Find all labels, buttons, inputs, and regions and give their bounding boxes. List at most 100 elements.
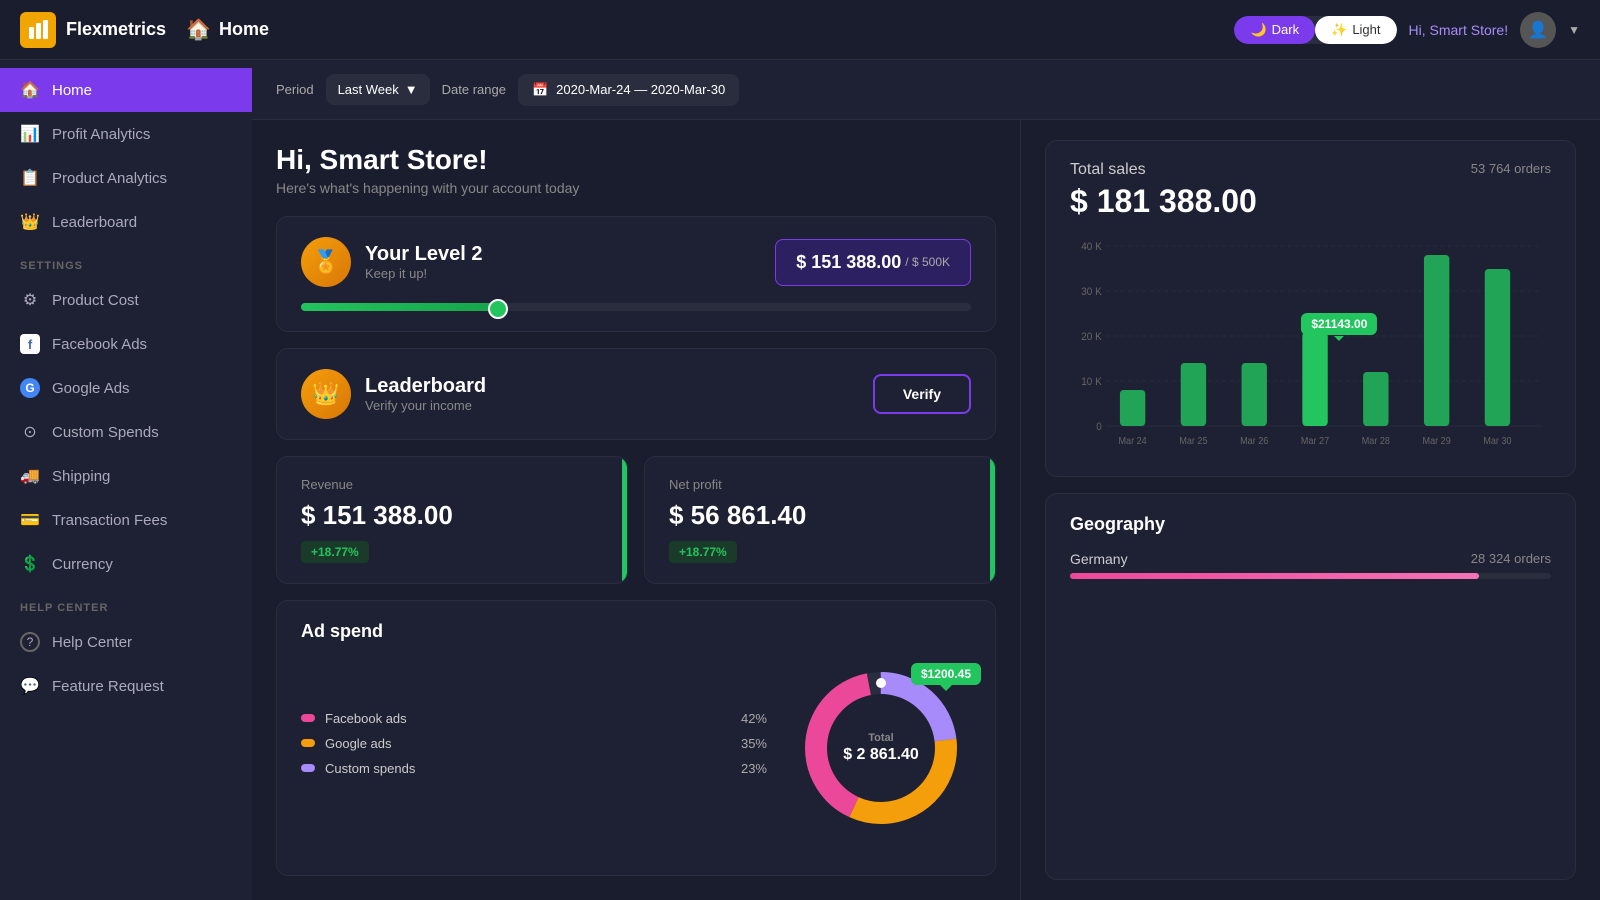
facebook-icon: f [20, 334, 40, 354]
home-icon: 🏠 [20, 80, 40, 100]
total-sales-card: Total sales 53 764 orders $ 181 388.00 $… [1045, 140, 1576, 477]
chart-icon: 📊 [20, 124, 40, 144]
calendar-icon: 📅 [532, 82, 548, 98]
svg-text:Mar 25: Mar 25 [1179, 436, 1207, 448]
level-title: Your Level 2 [365, 243, 482, 266]
lb-subtitle: Verify your income [365, 398, 486, 413]
sidebar-item-product-analytics[interactable]: 📋 Product Analytics [0, 156, 252, 200]
moon-icon: 🌙 [1250, 22, 1266, 38]
greeting-section: Hi, Smart Store! Here's what's happening… [276, 144, 996, 196]
user-avatar[interactable]: 👤 [1520, 12, 1556, 48]
logo-text: Flexmetrics [66, 19, 166, 40]
legend-facebook: Facebook ads 42% [301, 711, 767, 726]
ad-spend-title: Ad spend [301, 621, 971, 642]
help-icon: ? [20, 632, 40, 652]
sidebar-item-leaderboard[interactable]: 👑 Leaderboard [0, 200, 252, 244]
sidebar-item-shipping[interactable]: 🚚 Shipping [0, 454, 252, 498]
logo-area: Flexmetrics [20, 12, 166, 48]
sidebar-item-feature-request[interactable]: 💬 Feature Request [0, 664, 252, 708]
period-label: Period [276, 82, 314, 97]
crown-icon: 👑 [20, 212, 40, 232]
geography-title: Geography [1070, 514, 1551, 535]
header-right: 🌙 Dark ✨ Light Hi, Smart Store! 👤 ▼ [1234, 12, 1580, 48]
ad-spend-legend: Facebook ads 42% Google ads 35% Custom s… [301, 711, 767, 786]
donut-tooltip: $1200.45 [911, 663, 981, 685]
level-left: 🏅 Your Level 2 Keep it up! [301, 237, 482, 287]
custom-spends-icon: ⊙ [20, 422, 40, 442]
svg-text:0: 0 [1096, 421, 1102, 434]
level-info: Your Level 2 Keep it up! [365, 243, 482, 281]
revenue-label: Revenue [301, 477, 603, 492]
chevron-down-icon: ▼ [1568, 23, 1580, 37]
total-sales-orders: 53 764 orders [1471, 161, 1551, 176]
sidebar-item-google-ads[interactable]: G Google Ads [0, 366, 252, 410]
theme-toggle: 🌙 Dark ✨ Light [1234, 16, 1396, 44]
sidebar-item-profit-analytics[interactable]: 📊 Profit Analytics [0, 112, 252, 156]
svg-text:Mar 24: Mar 24 [1119, 436, 1148, 448]
ad-spend-content: Facebook ads 42% Google ads 35% Custom s… [301, 658, 971, 838]
sidebar: 🏠 Home 📊 Profit Analytics 📋 Product Anal… [0, 60, 252, 900]
right-panel: Total sales 53 764 orders $ 181 388.00 $… [1020, 120, 1600, 900]
total-sales-title: Total sales [1070, 161, 1146, 179]
verify-button[interactable]: Verify [873, 374, 971, 414]
logo-icon [20, 12, 56, 48]
main-top-bar-right: Period Last Week ▼ Date range 📅 2020-Mar… [276, 74, 739, 106]
shipping-icon: 🚚 [20, 466, 40, 486]
chart-tooltip: $21143.00 [1301, 313, 1377, 335]
svg-text:20 K: 20 K [1081, 331, 1102, 344]
greeting-title: Hi, Smart Store! [276, 144, 996, 176]
svg-text:40 K: 40 K [1081, 241, 1102, 254]
level-card: 🏅 Your Level 2 Keep it up! $ 151 388.00 … [276, 216, 996, 332]
svg-text:30 K: 30 K [1081, 286, 1102, 299]
bar-chart: $21143.00 40 K 30 K 20 K [1070, 236, 1551, 456]
geo-bar-germany-fill [1070, 573, 1479, 579]
custom-legend-dot [301, 764, 315, 772]
sidebar-item-home[interactable]: 🏠 Home [0, 68, 252, 112]
greeting-subtitle: Here's what's happening with your accoun… [276, 180, 996, 196]
lb-left: 👑 Leaderboard Verify your income [301, 369, 486, 419]
level-amount-box: $ 151 388.00 / $ 500K [775, 239, 971, 286]
sidebar-item-transaction-fees[interactable]: 💳 Transaction Fees [0, 498, 252, 542]
home-header-icon: 🏠 [186, 17, 211, 42]
lb-title: Leaderboard [365, 375, 486, 398]
light-mode-button[interactable]: ✨ Light [1315, 16, 1396, 44]
period-select[interactable]: Last Week ▼ [326, 74, 430, 105]
facebook-legend-dot [301, 714, 315, 722]
legend-google: Google ads 35% [301, 736, 767, 751]
sidebar-item-facebook-ads[interactable]: f Facebook Ads [0, 322, 252, 366]
revenue-badge: +18.77% [301, 541, 369, 563]
svg-text:Mar 27: Mar 27 [1301, 436, 1329, 448]
gear-icon: ⚙ [20, 290, 40, 310]
body-layout: 🏠 Home 📊 Profit Analytics 📋 Product Anal… [0, 60, 1600, 900]
net-profit-label: Net profit [669, 477, 971, 492]
breadcrumb-title: 🏠 Home [186, 17, 269, 42]
sidebar-item-custom-spends[interactable]: ⊙ Custom Spends [0, 410, 252, 454]
feature-request-icon: 💬 [20, 676, 40, 696]
geo-item-germany: Germany 28 324 orders [1070, 551, 1551, 579]
revenue-card: Revenue $ 151 388.00 +18.77% [276, 456, 628, 584]
svg-text:Mar 28: Mar 28 [1362, 436, 1390, 448]
leaderboard-card: 👑 Leaderboard Verify your income Verify [276, 348, 996, 440]
left-panel: Hi, Smart Store! Here's what's happening… [252, 120, 1020, 900]
lb-icon: 👑 [301, 369, 351, 419]
level-subtitle: Keep it up! [365, 266, 482, 281]
dark-mode-button[interactable]: 🌙 Dark [1234, 16, 1315, 44]
chevron-icon: ▼ [405, 82, 418, 97]
date-range-box[interactable]: 📅 2020-Mar-24 — 2020-Mar-30 [518, 74, 739, 106]
ad-spend-card: Ad spend Facebook ads 42% Google ads [276, 600, 996, 876]
net-profit-badge: +18.77% [669, 541, 737, 563]
sidebar-item-help-center[interactable]: ? Help Center [0, 620, 252, 664]
sidebar-item-product-cost[interactable]: ⚙ Product Cost [0, 278, 252, 322]
sidebar-item-currency[interactable]: 💲 Currency [0, 542, 252, 586]
stats-row: Revenue $ 151 388.00 +18.77% Net profit … [276, 456, 996, 584]
google-legend-dot [301, 739, 315, 747]
user-greeting: Hi, Smart Store! [1409, 22, 1509, 38]
google-icon: G [20, 378, 40, 398]
content-area: Hi, Smart Store! Here's what's happening… [252, 120, 1600, 900]
svg-text:10 K: 10 K [1081, 376, 1102, 389]
svg-text:Mar 26: Mar 26 [1240, 436, 1268, 448]
svg-text:Mar 29: Mar 29 [1423, 436, 1451, 448]
help-section-label: HELP CENTER [0, 586, 252, 620]
date-range-label: Date range [442, 82, 506, 97]
transaction-icon: 💳 [20, 510, 40, 530]
